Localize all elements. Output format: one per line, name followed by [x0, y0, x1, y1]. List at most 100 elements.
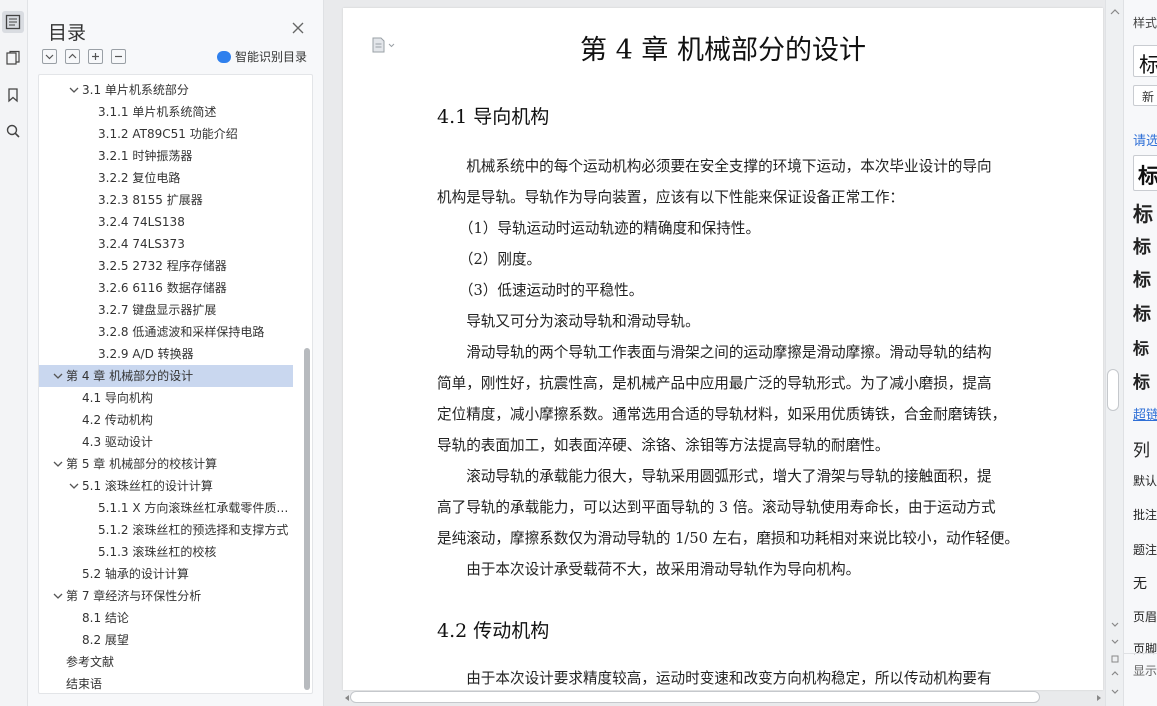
outline-icon [5, 14, 21, 30]
toc-panel: 目录 智能识别目录 结束语 参考文献 8.2 展望 8.1 结论 第 7 章经济与环保性… [28, 0, 324, 706]
toc-item[interactable]: 5.1.1 X 方向滚珠丝杠承载零件质量的计算 [39, 497, 297, 519]
toc-item[interactable]: 5.2 轴承的设计计算 [39, 563, 297, 585]
toc-title: 目录 [48, 22, 87, 44]
style-item-selected[interactable]: 标 [1133, 155, 1157, 191]
search-button[interactable] [2, 120, 24, 142]
style-header[interactable]: 页眉 [1133, 608, 1157, 625]
toc-item-label: 第 5 章 机械部分的校核计算 [66, 457, 218, 471]
toc-item-label: 8.2 展望 [82, 633, 129, 647]
toc-item-label: 3.1.1 单片机系统简述 [98, 105, 217, 119]
toc-item[interactable]: 3.2.2 复位电路 [39, 167, 297, 189]
toc-item[interactable]: 第 5 章 机械部分的校核计算 [39, 453, 297, 475]
show-label[interactable]: 显示 [1133, 662, 1157, 679]
toc-item-label: 5.2 轴承的设计计算 [82, 567, 189, 581]
paragraph-line: 由于本次设计承受载荷不大，故采用滑动导轨作为导向机构。 [437, 561, 861, 578]
current-style: 标 [1139, 49, 1157, 79]
toc-item[interactable]: 5.1 滚珠丝杠的设计计算 [39, 475, 297, 497]
horizontal-scroll-thumb[interactable] [350, 691, 1040, 703]
chevron-down-icon [45, 54, 54, 60]
toc-item[interactable]: 3.2.6 6116 数据存储器 [39, 277, 297, 299]
toc-item[interactable]: 3.2.3 8155 扩展器 [39, 189, 297, 211]
style-footer[interactable]: 页脚 [1133, 640, 1157, 657]
pages-button[interactable] [2, 47, 24, 69]
toc-item[interactable]: 3.1 单片机系统部分 [39, 79, 297, 101]
toc-item-label: 5.1.1 X 方向滚珠丝杠承载零件质量的计算 [98, 501, 289, 515]
smart-label: 智能识别目录 [235, 50, 308, 64]
paragraph-line: （2）刚度。 [437, 251, 542, 268]
style-caption[interactable]: 题注 [1133, 541, 1157, 558]
toc-item[interactable]: 5.1.2 滚珠丝杠的预选择和支撑方式 [39, 519, 297, 541]
toc-item[interactable]: 3.2.8 低通滤波和采样保持电路 [39, 321, 297, 343]
paragraph-line: （1）导轨运动时运动轨迹的精确度和保持性。 [437, 220, 761, 237]
toc-item[interactable]: 3.2.4 74LS373 [39, 233, 297, 255]
toc-list: 结束语 参考文献 8.2 展望 8.1 结论 第 7 章经济与环保性分析 5.2 轴承的设… [38, 74, 313, 694]
expand-all-button[interactable] [42, 49, 57, 64]
style-pane-header: 样式和格式 [1133, 16, 1157, 30]
select-style-label: 请选 [1133, 134, 1157, 149]
toc-item-label: 3.1.2 AT89C51 功能介绍 [98, 127, 238, 141]
chevron-down-icon[interactable] [68, 84, 80, 96]
section-heading-4-2: 4.2 传动机构 [437, 620, 550, 642]
style-heading-2[interactable]: 标 [1133, 198, 1153, 227]
toc-item[interactable]: 3.2.4 74LS138 [39, 211, 297, 233]
toc-item[interactable]: 3.2.1 时钟振荡器 [39, 145, 297, 167]
toc-item[interactable]: 4.3 驱动设计 [39, 431, 297, 453]
chevron-down-icon[interactable] [68, 480, 80, 492]
style-heading-7[interactable]: 标 [1133, 368, 1150, 393]
toc-item[interactable]: 第 4 章 机械部分的设计 [39, 365, 293, 387]
style-none[interactable]: 无 [1133, 573, 1147, 593]
chevron-down-icon[interactable] [52, 590, 64, 602]
current-style-box[interactable]: 标 [1133, 45, 1157, 77]
toc-close-button[interactable] [290, 20, 306, 36]
document-page[interactable]: 第 4 章 机械部分的设计 4.1 导向机构 机械系统中的每个运动机构必须要在安… [343, 8, 1103, 690]
toc-item[interactable]: 3.2.7 键盘显示器扩展 [39, 299, 297, 321]
style-heading-5[interactable]: 标 [1133, 300, 1151, 326]
toc-item-label: 3.2.4 74LS373 [98, 237, 185, 251]
smart-recognize-button[interactable]: 智能识别目录 [217, 48, 307, 65]
toc-item-label: 5.1.2 滚珠丝杠的预选择和支撑方式 [98, 523, 289, 537]
toc-item[interactable]: 4.2 传动机构 [39, 409, 297, 431]
style-heading-6[interactable]: 标 [1133, 335, 1149, 359]
style-hyperlink[interactable]: 超链 [1133, 404, 1157, 423]
toc-item[interactable]: 3.2.9 A/D 转换器 [39, 343, 297, 365]
toc-item-label: 3.2.9 A/D 转换器 [98, 347, 194, 361]
toc-item[interactable]: 3.2.5 2732 程序存储器 [39, 255, 297, 277]
paragraph-line: 定位精度，减小摩擦系数。通常选用合适的导轨材料，如采用优质铸铁，合金耐磨铸铁， [437, 406, 1007, 423]
toc-toggle-button[interactable] [2, 11, 24, 33]
remove-entry-button[interactable] [111, 49, 126, 64]
add-entry-button[interactable] [88, 49, 103, 64]
toc-item[interactable]: 4.1 导向机构 [39, 387, 297, 409]
toc-item[interactable]: 8.2 展望 [39, 629, 297, 651]
toc-item[interactable]: 3.1.1 单片机系统简述 [39, 101, 297, 123]
style-comment[interactable]: 批注 [1133, 506, 1157, 523]
new-style-button[interactable]: 新 [1133, 85, 1157, 106]
chevron-down-icon[interactable] [52, 458, 64, 470]
bookmark-button[interactable] [2, 84, 24, 106]
chevron-up-icon [68, 53, 77, 59]
vertical-scrollbar[interactable] [1105, 0, 1123, 706]
toc-item[interactable]: 第 7 章经济与环保性分析 [39, 585, 297, 607]
style-default[interactable]: 默认 [1133, 472, 1157, 489]
style-list[interactable]: 列 [1133, 436, 1150, 461]
toc-item[interactable]: 3.1.2 AT89C51 功能介绍 [39, 123, 297, 145]
paragraph-line: 滑动导轨的两个导轨工作表面与滑架之间的运动摩擦是滑动摩擦。滑动导轨的结构 [437, 344, 992, 361]
style-heading-3[interactable]: 标 [1133, 233, 1151, 259]
collapse-all-button[interactable] [65, 49, 80, 64]
toc-item-label: 8.1 结论 [82, 611, 129, 625]
toc-item-label: 3.2.5 2732 程序存储器 [98, 259, 227, 273]
chevron-down-icon[interactable] [52, 370, 64, 382]
toc-item-label: 参考文献 [66, 655, 115, 669]
paragraph-line: 机构是导轨。导轨作为导向装置，应该有以下性能来保证设备正常工作： [437, 189, 905, 206]
style-heading-4[interactable]: 标 [1133, 266, 1151, 292]
vertical-scroll-thumb[interactable] [1107, 369, 1119, 411]
toc-item[interactable]: 结束语 [39, 673, 297, 693]
toc-item-label: 4.3 驱动设计 [82, 435, 153, 449]
toc-item[interactable]: 5.1.3 滚珠丝杠的校核 [39, 541, 297, 563]
toc-item[interactable]: 参考文献 [39, 651, 297, 673]
toc-item[interactable]: 8.1 结论 [39, 607, 297, 629]
paragraph-line: 简单，刚性好，抗震性高，是机械产品中应用最广泛的导轨形式。为了减小磨损，提高 [437, 375, 992, 392]
toc-scrollbar[interactable] [304, 348, 310, 690]
scroll-arrows-icon [1110, 9, 1120, 694]
toc-item-label: 3.2.4 74LS138 [98, 215, 185, 229]
toc-item-label: 3.2.1 时钟振荡器 [98, 149, 193, 163]
